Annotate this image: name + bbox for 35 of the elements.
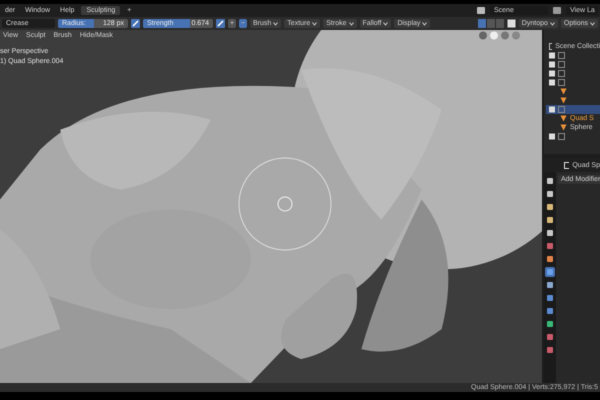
properties-tab-icon[interactable]: [545, 267, 555, 277]
properties-tab-icon[interactable]: [545, 280, 555, 290]
properties-tab-icon[interactable]: [545, 215, 555, 225]
properties-tab-icon[interactable]: [545, 332, 555, 342]
caret-icon: [312, 22, 318, 26]
outliner-row[interactable]: [546, 105, 600, 114]
collection-icon: [549, 133, 565, 140]
collection-icon: [549, 70, 565, 77]
properties-tab-icon[interactable]: [545, 189, 555, 199]
pressure-icon[interactable]: [131, 19, 140, 28]
properties-tab-icon[interactable]: [545, 345, 555, 355]
caret-icon: [550, 22, 555, 26]
properties-tab-icon[interactable]: [545, 176, 555, 186]
scene-icon[interactable]: [476, 6, 486, 15]
caret-icon: [348, 22, 354, 26]
properties-tab-icon[interactable]: [545, 228, 555, 238]
collection-icon: [549, 43, 552, 50]
caret-icon: [273, 22, 278, 26]
object-icon: [564, 162, 570, 168]
caret-icon: [383, 22, 388, 26]
collection-icon: [549, 52, 565, 59]
dyntopo-checkbox-icon[interactable]: [506, 19, 516, 28]
collection-icon: [549, 61, 565, 68]
caret-icon: [422, 22, 428, 26]
collection-icon: [549, 79, 565, 86]
view-layer-icon[interactable]: [552, 6, 562, 15]
pressure-icon[interactable]: [216, 19, 225, 28]
properties-tab-icon[interactable]: [545, 241, 555, 251]
properties-tab-icon[interactable]: [545, 306, 555, 316]
properties-tab-icon[interactable]: [545, 202, 555, 212]
collection-icon: [549, 106, 565, 113]
properties-tab-icon[interactable]: [545, 293, 555, 303]
properties-tab-icon[interactable]: [545, 254, 555, 264]
caret-icon: [590, 22, 595, 26]
properties-tab-icon[interactable]: [545, 319, 555, 329]
